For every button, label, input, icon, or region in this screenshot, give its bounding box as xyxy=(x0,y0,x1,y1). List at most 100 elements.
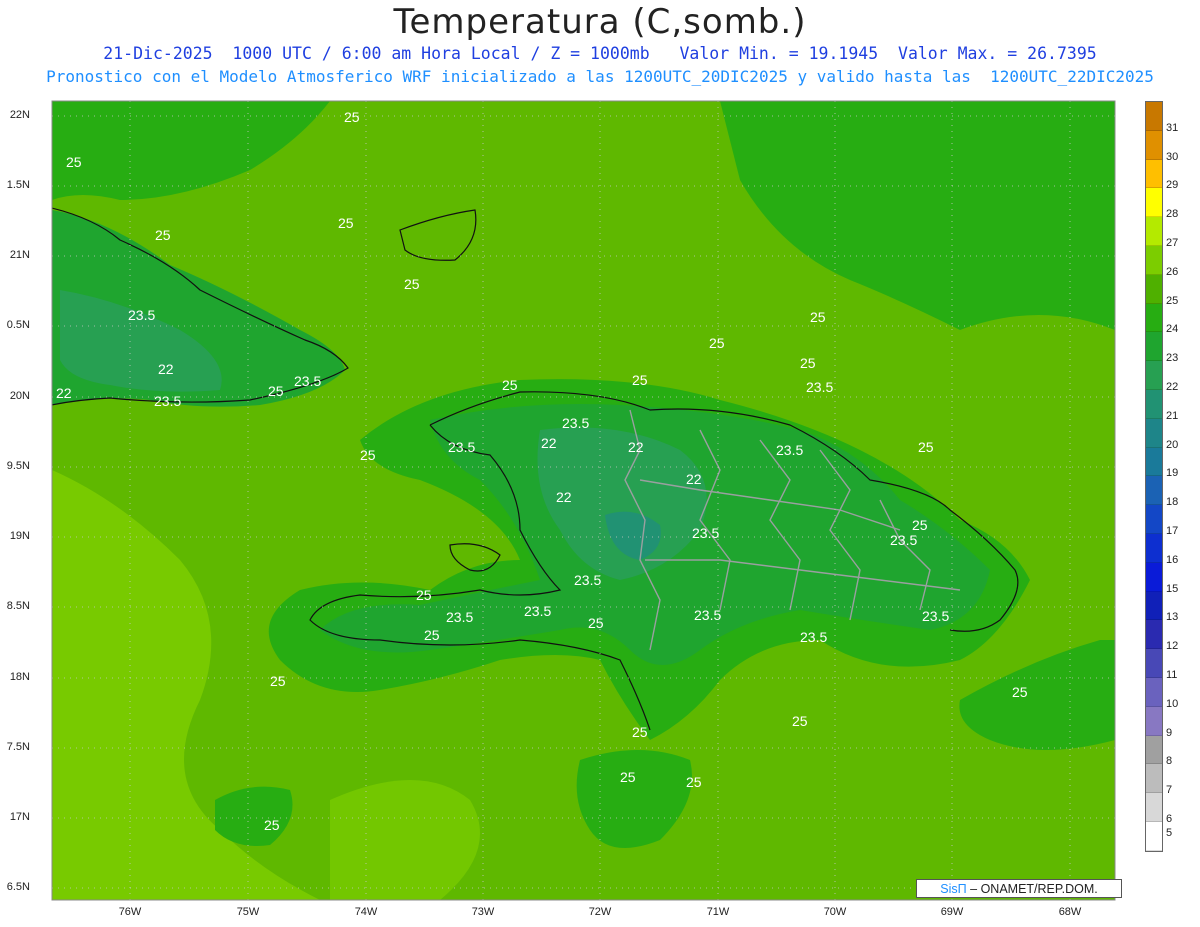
colorbar-label: 8 xyxy=(1166,755,1173,768)
contour-label: 25 xyxy=(918,439,934,455)
contour-label: 25 xyxy=(632,372,648,388)
colorbar-label: 13 xyxy=(1166,611,1179,624)
contour-label: 22 xyxy=(628,439,644,455)
colorbar-swatch xyxy=(1146,159,1162,189)
lat-label: 22N xyxy=(9,109,30,121)
lat-label: 9.5N xyxy=(6,460,30,472)
contour-label: 23.5 xyxy=(294,373,321,389)
colorbar-swatch xyxy=(1146,274,1162,304)
colorbar-swatch xyxy=(1146,821,1162,851)
colorbar-label: 26 xyxy=(1166,265,1179,278)
contour-label: 25 xyxy=(709,335,725,351)
contour-label: 25 xyxy=(792,713,808,729)
contour-label: 25 xyxy=(632,724,648,740)
contour-label: 25 xyxy=(810,309,826,325)
colorbar-swatch xyxy=(1146,332,1162,362)
colorbar-label: 9 xyxy=(1166,726,1173,739)
contour-label: 25 xyxy=(360,447,376,463)
lat-label: 7.5N xyxy=(6,741,30,753)
colorbar-swatch xyxy=(1146,102,1162,131)
lat-label: 18N xyxy=(9,671,30,683)
lat-label: 0.5N xyxy=(6,319,30,331)
colorbar-swatch xyxy=(1146,591,1162,621)
contour-label: 23.5 xyxy=(776,442,803,458)
colorbar-swatch xyxy=(1146,793,1162,822)
lon-label: 75W xyxy=(236,906,260,918)
contour-label: 22 xyxy=(541,435,557,451)
colorbar-label: 22 xyxy=(1166,381,1179,393)
lon-label: 73W xyxy=(471,906,495,918)
colorbar-swatch xyxy=(1146,389,1162,419)
lat-label: 8.5N xyxy=(6,600,30,612)
colorbar-label: 27 xyxy=(1166,237,1179,249)
colorbar-swatch xyxy=(1146,303,1162,333)
lat-label: 20N xyxy=(9,390,30,402)
colorbar-swatch xyxy=(1146,649,1162,678)
colorbar-swatch xyxy=(1146,418,1162,448)
contour-label: 22 xyxy=(686,471,702,487)
contour-label: 23.5 xyxy=(922,608,949,624)
colorbar-swatch xyxy=(1146,562,1162,592)
contour-label: 23.5 xyxy=(694,607,721,623)
contour-label: 25 xyxy=(338,215,354,231)
contour-label: 22 xyxy=(56,385,72,401)
colorbar-label: 11 xyxy=(1166,669,1178,681)
warm-area-s xyxy=(330,780,480,900)
credit-org: – ONAMET/REP.DOM. xyxy=(970,882,1098,896)
colorbar-label: 6 xyxy=(1166,813,1173,825)
contour-label: 23.5 xyxy=(446,609,473,625)
contour-label: 23.5 xyxy=(524,603,551,619)
contour-label: 25 xyxy=(404,276,420,292)
contour-label: 23.5 xyxy=(562,415,589,431)
colorbar-label: 24 xyxy=(1166,323,1179,336)
contour-label: 25 xyxy=(502,377,518,393)
colorbar-swatch xyxy=(1146,735,1162,765)
colorbar-label: 28 xyxy=(1166,208,1179,221)
contour-label: 23.5 xyxy=(128,307,155,323)
lon-label: 71W xyxy=(706,906,730,918)
contour-label: 23.5 xyxy=(448,439,475,455)
colorbar-swatch xyxy=(1146,677,1162,707)
colorbar-swatch xyxy=(1146,361,1162,390)
lat-label: 6.5N xyxy=(6,881,30,893)
contour-label: 25 xyxy=(268,383,284,399)
contour-label: 25 xyxy=(912,517,928,533)
credit-box: SisΠ – ONAMET/REP.DOM. xyxy=(916,879,1122,898)
lon-label: 74W xyxy=(354,906,378,918)
lon-label: 69W xyxy=(940,906,964,918)
contour-label: 25 xyxy=(686,774,702,790)
lon-label: 70W xyxy=(823,906,847,918)
colorbar-swatch xyxy=(1146,476,1162,506)
contour-label: 25 xyxy=(416,587,432,603)
colorbar-label: 30 xyxy=(1166,150,1179,163)
colorbar-swatch xyxy=(1146,533,1162,563)
colorbar-label: 29 xyxy=(1166,179,1179,192)
contour-label: 25 xyxy=(344,109,360,125)
colorbar-label: 20 xyxy=(1166,438,1179,451)
colorbar-label: 31 xyxy=(1166,121,1179,134)
contour-label: 23.5 xyxy=(692,525,719,541)
contour-label: 22 xyxy=(158,361,174,377)
colorbar-swatch xyxy=(1146,188,1162,218)
contour-label: 23.5 xyxy=(806,379,833,395)
lat-label: 21N xyxy=(9,249,30,261)
colorbar-label: 23 xyxy=(1166,352,1179,365)
colorbar-label: 7 xyxy=(1166,784,1173,797)
colorbar-label: 19 xyxy=(1166,467,1179,480)
contour-label: 25 xyxy=(155,227,171,243)
lat-label: 1.5N xyxy=(6,179,30,191)
colorbar-swatch xyxy=(1146,764,1162,794)
lon-label: 76W xyxy=(118,906,142,918)
contour-label: 25 xyxy=(270,673,286,689)
lat-label: 19N xyxy=(9,530,30,542)
colorbar-swatch xyxy=(1146,505,1162,534)
colorbar-label: 5 xyxy=(1166,827,1173,840)
contour-label: 25 xyxy=(66,154,82,170)
colorbar-label: 12 xyxy=(1166,640,1179,653)
contour-label: 25 xyxy=(264,817,280,833)
contour-label: 23.5 xyxy=(800,629,827,645)
credit-sis: SisΠ xyxy=(940,882,967,896)
contour-label: 23.5 xyxy=(890,532,917,548)
colorbar-label: 21 xyxy=(1166,409,1179,422)
contour-label: 23.5 xyxy=(574,572,601,588)
